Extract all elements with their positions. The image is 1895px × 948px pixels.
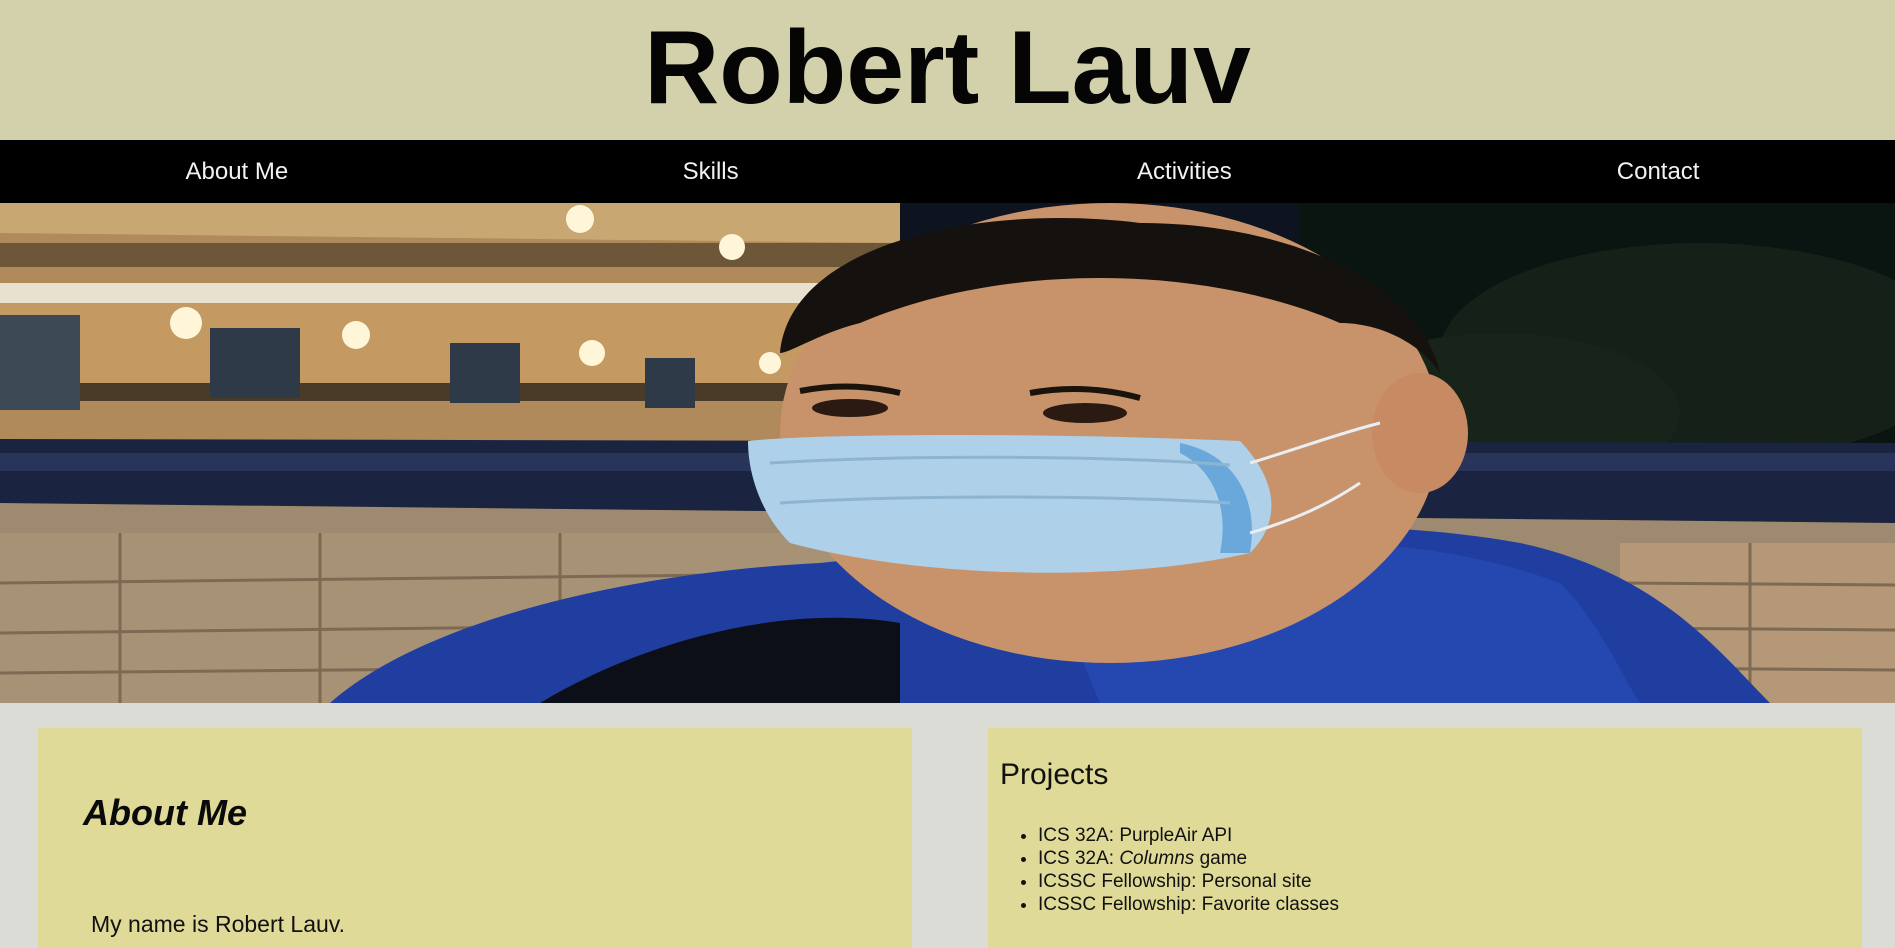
project-suffix: Personal site	[1201, 871, 1312, 892]
project-suffix: PurpleAir API	[1119, 825, 1233, 846]
project-item: ICS 32A: Columns game	[1038, 847, 1339, 870]
project-item: ICS 32A: PurpleAir API	[1038, 824, 1339, 847]
nav-link-about-me[interactable]: About Me	[0, 140, 474, 203]
about-me-text: My name is Robert Lauv.	[91, 911, 345, 937]
project-item: ICSSC Fellowship: Personal site	[1038, 870, 1339, 893]
site-header: Robert Lauv	[0, 0, 1895, 140]
about-me-panel: About Me My name is Robert Lauv.	[38, 728, 912, 948]
nav-bar: About Me Skills Activities Contact	[0, 140, 1895, 203]
project-suffix: Favorite classes	[1201, 894, 1339, 915]
project-prefix: ICSSC Fellowship:	[1038, 894, 1202, 915]
projects-heading: Projects	[1000, 758, 1109, 791]
projects-panel: Projects ICS 32A: PurpleAir API ICS 32A:…	[988, 728, 1862, 948]
hero-photo	[0, 203, 1895, 703]
project-emphasis: Columns	[1119, 848, 1195, 869]
nav-link-activities[interactable]: Activities	[948, 140, 1422, 203]
project-item: ICSSC Fellowship: Favorite classes	[1038, 893, 1339, 916]
project-prefix: ICS 32A:	[1038, 825, 1120, 846]
project-prefix: ICS 32A:	[1038, 848, 1120, 869]
hero-photo-illustration	[0, 203, 1895, 703]
about-me-heading: About Me	[83, 792, 247, 833]
site-title: Robert Lauv	[644, 10, 1251, 126]
projects-list: ICS 32A: PurpleAir API ICS 32A: Columns …	[1000, 824, 1339, 916]
project-suffix: game	[1194, 848, 1248, 869]
nav-link-skills[interactable]: Skills	[474, 140, 948, 203]
project-prefix: ICSSC Fellowship:	[1038, 871, 1202, 892]
nav-link-contact[interactable]: Contact	[1421, 140, 1895, 203]
